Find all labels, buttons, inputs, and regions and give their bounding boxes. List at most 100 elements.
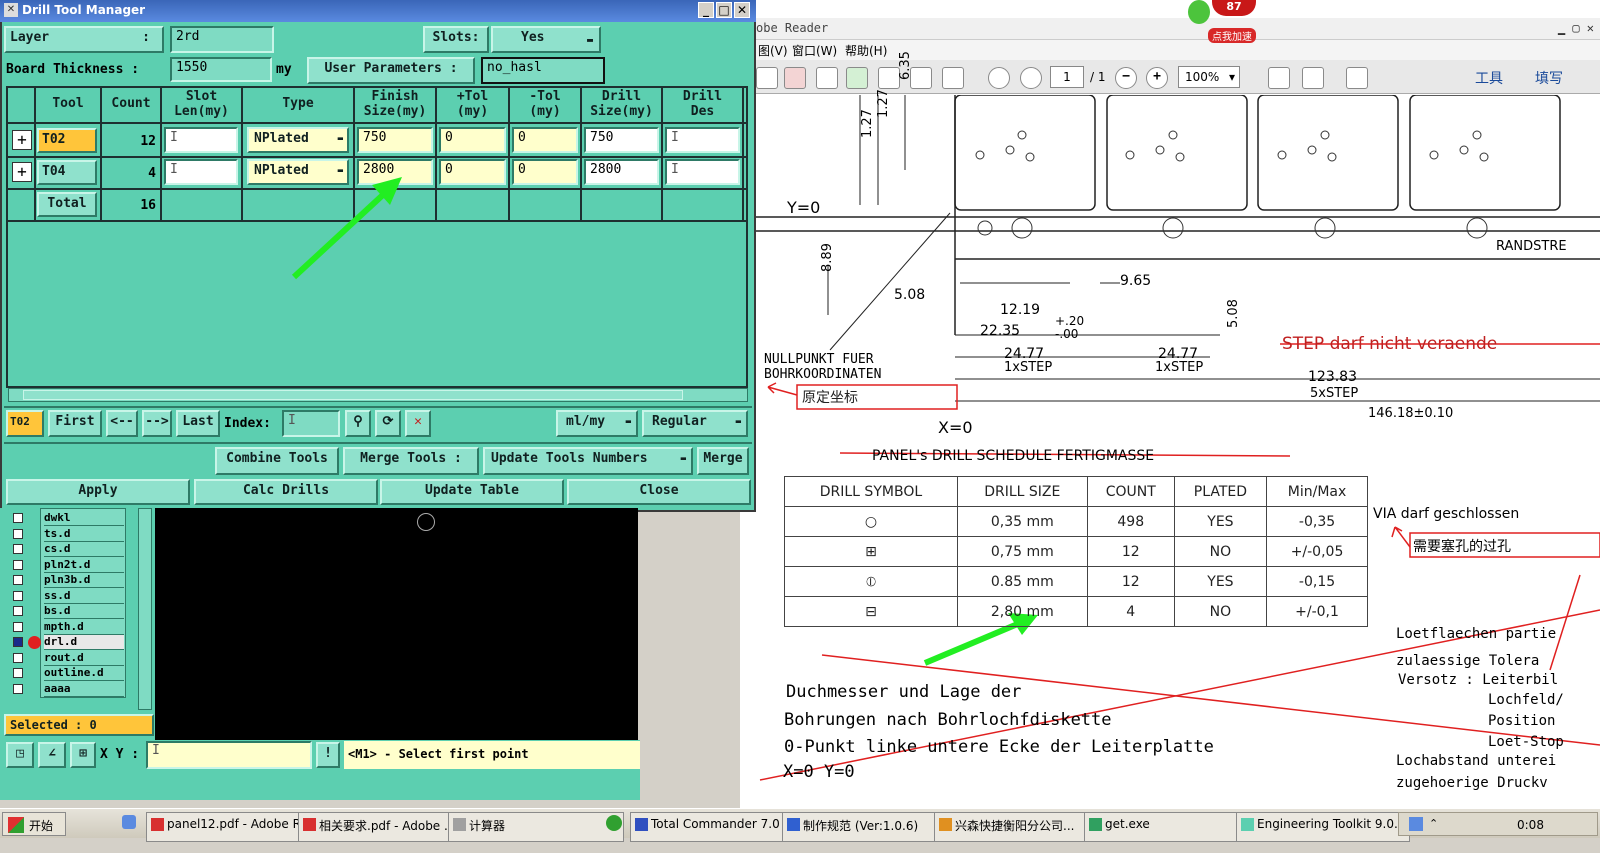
upload-icon[interactable] [846, 67, 868, 89]
slots-select[interactable]: Yes ▬ [491, 26, 601, 53]
next-button[interactable]: --> [142, 410, 172, 437]
combine-tools-button[interactable]: Combine Tools [215, 447, 339, 475]
fit-width-icon[interactable] [1302, 67, 1324, 89]
task-requirements[interactable]: 相关要求.pdf - Adobe ... [298, 812, 470, 842]
mascot-icon[interactable] [1188, 0, 1210, 24]
layer-checkbox[interactable] [13, 559, 23, 570]
expand-row-icon[interactable]: + [12, 130, 32, 150]
plus-tol-input[interactable]: 0 [439, 159, 506, 185]
close-icon[interactable]: ✕ [734, 2, 750, 18]
pin-icon[interactable]: ⚲ [345, 410, 371, 437]
grid-icon[interactable]: ⊞ [70, 742, 96, 768]
email-icon[interactable] [942, 67, 964, 89]
layer-item[interactable]: aaaa [44, 682, 124, 697]
plus-tol-input[interactable]: 0 [439, 127, 506, 153]
drill-size-input[interactable]: 2800 [584, 159, 659, 185]
scrollbar-thumb[interactable] [23, 390, 683, 400]
xy-input[interactable]: I [146, 741, 312, 769]
save-icon[interactable] [878, 67, 900, 89]
next-page-icon[interactable] [1020, 67, 1042, 89]
speed-badge-label[interactable]: 点我加速 [1208, 28, 1256, 43]
fit-page-icon[interactable] [1268, 67, 1290, 89]
layer-checkbox[interactable] [13, 637, 23, 647]
layer-checkbox[interactable] [13, 668, 23, 678]
first-button[interactable]: First [48, 410, 102, 437]
layer-item[interactable]: drl.d [44, 635, 124, 650]
layer-item[interactable]: rout.d [44, 651, 124, 666]
layer-checkbox[interactable] [13, 575, 23, 585]
fullscreen-icon[interactable] [1346, 67, 1368, 89]
graphics-view[interactable] [155, 508, 638, 740]
sign-link[interactable]: 填写 [1535, 68, 1563, 88]
layer-checkbox[interactable] [13, 590, 23, 601]
edit-icon[interactable] [816, 67, 838, 89]
layer-checkbox[interactable] [13, 621, 23, 632]
layer-item[interactable]: pln3b.d [44, 573, 124, 588]
pdf-window-controls[interactable]: ▁ ▢ ✕ [1558, 21, 1594, 35]
merge-button[interactable]: Merge [697, 447, 749, 475]
expand-row-icon[interactable]: + [12, 162, 32, 182]
layer-item[interactable]: ts.d [44, 527, 124, 542]
layer-checkbox[interactable] [13, 606, 23, 616]
layer-field[interactable]: 2rd [170, 26, 274, 53]
task-panel12[interactable]: panel12.pdf - Adobe R... [146, 812, 320, 842]
layer-checkbox[interactable] [13, 544, 23, 554]
prev-button[interactable]: <-- [106, 410, 138, 437]
page-number-input[interactable]: 1 [1050, 66, 1084, 88]
drill-des-input[interactable]: I [665, 127, 740, 153]
layer-checkbox[interactable] [13, 683, 23, 694]
zoom-select[interactable]: 100% ▾ [1178, 66, 1240, 88]
layer-item[interactable]: cs.d [44, 542, 124, 557]
layer-item[interactable]: bs.d [44, 604, 124, 619]
slot-len-input[interactable]: I [164, 127, 238, 153]
page-icon[interactable] [756, 67, 778, 89]
finish-size-input[interactable]: 750 [357, 127, 433, 153]
mode-select[interactable]: Regular ▬ [642, 410, 748, 437]
menu-window[interactable]: 窗口(W) [792, 42, 837, 59]
calc-drills-button[interactable]: Calc Drills [194, 479, 378, 505]
task-engineering-toolkit[interactable]: Engineering Toolkit 9.0... [1236, 812, 1410, 842]
thickness-field[interactable]: 1550 [170, 57, 272, 82]
last-button[interactable]: Last [176, 410, 220, 437]
menu-help[interactable]: 帮助(H) [845, 42, 887, 59]
browser-icon[interactable] [606, 815, 622, 831]
maximize-icon[interactable]: □ [716, 2, 732, 18]
layer-item[interactable]: mpth.d [44, 620, 124, 635]
horizontal-scrollbar[interactable] [8, 388, 748, 402]
task-company[interactable]: 兴森快捷衡阳分公司... [934, 812, 1106, 842]
close-button[interactable]: Close [567, 479, 751, 505]
alert-icon[interactable]: ! [316, 742, 340, 768]
tool-cell[interactable]: T04 [37, 160, 97, 185]
layer-item[interactable]: ss.d [44, 589, 124, 604]
update-numbers-select[interactable]: Update Tools Numbers ▬ [483, 447, 693, 475]
layer-checkbox[interactable] [13, 528, 23, 539]
task-getexe[interactable]: get.exe [1084, 812, 1258, 842]
drill-size-input[interactable]: 750 [584, 127, 659, 153]
minus-tol-input[interactable]: 0 [512, 127, 578, 153]
layer-checkbox[interactable] [13, 652, 23, 663]
minimize-icon[interactable]: _ [698, 2, 714, 18]
tray-icon[interactable] [1409, 817, 1423, 831]
tools-link[interactable]: 工具 [1475, 68, 1503, 88]
prev-page-icon[interactable] [988, 67, 1010, 89]
measure-icon[interactable]: ∠ [38, 742, 66, 768]
type-select[interactable]: NPlated ▬ [247, 127, 349, 153]
index-input[interactable]: I [282, 410, 340, 437]
drill-des-input[interactable]: I [665, 159, 740, 185]
zoom-in-icon[interactable]: + [1146, 67, 1168, 89]
task-spec[interactable]: 制作规范 (Ver:1.0.6) [782, 812, 956, 842]
user-params-field[interactable]: no_hasl [481, 57, 605, 84]
layer-list-scrollbar[interactable] [138, 508, 152, 710]
pdf-create-icon[interactable] [784, 67, 806, 89]
task-total-commander[interactable]: Total Commander 7.0 p... [630, 812, 804, 842]
menu-view[interactable]: 图(V) [758, 42, 788, 59]
minus-tol-input[interactable]: 0 [512, 159, 578, 185]
zoom-window-icon[interactable]: ◳ [6, 742, 34, 768]
layer-checkbox[interactable] [13, 513, 23, 523]
delete-icon[interactable]: ✕ [405, 410, 431, 437]
update-table-button[interactable]: Update Table [380, 479, 564, 505]
layer-item[interactable]: pln2t.d [44, 558, 124, 573]
speed-badge[interactable]: 87 [1212, 0, 1256, 16]
chevron-up-icon[interactable]: ⌃ [1429, 817, 1438, 830]
task-calculator[interactable]: 计算器 [448, 812, 624, 842]
